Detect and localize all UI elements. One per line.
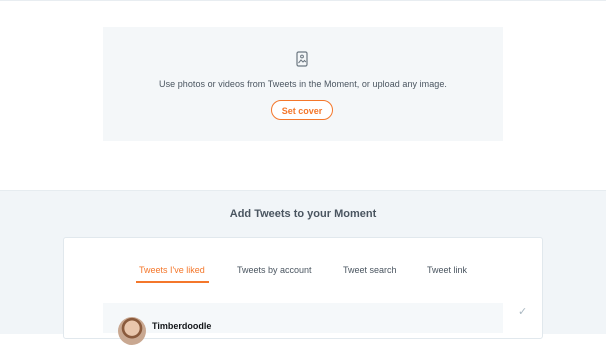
tweet-author[interactable]: Timberdoodle xyxy=(152,321,211,331)
active-tab-indicator xyxy=(136,281,209,283)
tab-tweets-liked[interactable]: Tweets I've liked xyxy=(139,265,205,275)
image-icon xyxy=(296,51,308,67)
tab-tweet-link[interactable]: Tweet link xyxy=(427,265,467,275)
cover-instructions: Use photos or videos from Tweets in the … xyxy=(159,79,447,89)
check-icon[interactable]: ✓ xyxy=(518,305,527,318)
set-cover-button[interactable]: Set cover xyxy=(271,100,333,120)
tab-tweets-by-account[interactable]: Tweets by account xyxy=(237,265,312,275)
avatar xyxy=(118,317,146,345)
add-tweets-title: Add Tweets to your Moment xyxy=(229,208,377,220)
top-divider xyxy=(0,0,606,1)
tab-tweet-search[interactable]: Tweet search xyxy=(343,265,397,275)
